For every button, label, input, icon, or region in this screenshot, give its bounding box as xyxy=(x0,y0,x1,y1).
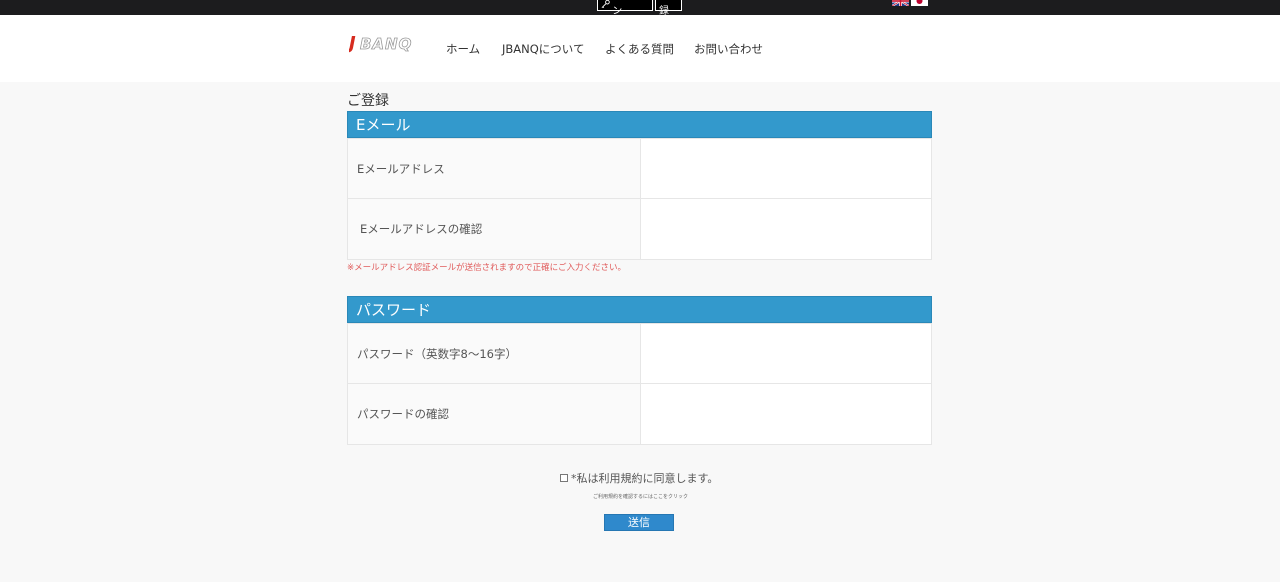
login-button[interactable]: ログイン xyxy=(597,0,653,17)
email-form-table: Eメールアドレス Eメールアドレスの確認 xyxy=(347,138,932,260)
nav-contact[interactable]: お問い合わせ xyxy=(694,41,763,57)
email-confirm-label: Eメールアドレスの確認 xyxy=(348,199,641,259)
svg-text:BANQ: BANQ xyxy=(360,35,412,53)
email-confirm-field-cell xyxy=(641,199,931,259)
language-switcher xyxy=(892,0,928,6)
email-field[interactable] xyxy=(641,139,931,198)
email-label: Eメールアドレス xyxy=(348,139,641,198)
register-button[interactable]: 登録 xyxy=(655,0,682,17)
password-label: パスワード（英数字8～16字） xyxy=(348,324,641,383)
email-confirm-field[interactable] xyxy=(641,199,931,259)
svg-text:J: J xyxy=(349,33,356,54)
nav-about[interactable]: JBANQについて xyxy=(502,41,584,57)
password-row: パスワード（英数字8～16字） xyxy=(348,324,931,384)
email-confirm-row: Eメールアドレスの確認 xyxy=(348,199,931,259)
email-field-cell xyxy=(641,139,931,198)
nav-faq[interactable]: よくある質問 xyxy=(605,41,674,57)
uk-flag-icon[interactable] xyxy=(892,0,909,6)
email-section-header: Eメール xyxy=(347,111,932,138)
nav-home[interactable]: ホーム xyxy=(446,41,480,57)
jbanq-logo[interactable]: J BANQ xyxy=(349,32,425,54)
terms-agreement: *私は利用規約に同意します。 xyxy=(560,470,718,486)
password-confirm-field[interactable] xyxy=(641,384,931,444)
password-field[interactable] xyxy=(641,324,931,383)
password-confirm-row: パスワードの確認 xyxy=(348,384,931,444)
password-form-table: パスワード（英数字8～16字） パスワードの確認 xyxy=(347,323,932,445)
password-section-header: パスワード xyxy=(347,296,932,323)
email-notice: ※メールアドレス認証メールが送信されますので正確にご入力ください。 xyxy=(347,263,626,273)
terms-checkbox[interactable] xyxy=(560,474,568,482)
top-utility-bar: ログイン 登録 xyxy=(0,0,1280,17)
password-field-cell xyxy=(641,324,931,383)
terms-agreement-label: *私は利用規約に同意します。 xyxy=(571,472,719,485)
page-title: ご登録 xyxy=(347,93,389,109)
terms-link[interactable]: ご利用規約を確認するにはここをクリック xyxy=(593,493,688,500)
email-row: Eメールアドレス xyxy=(348,139,931,199)
password-confirm-label: パスワードの確認 xyxy=(348,384,641,444)
site-header: J BANQ ホーム JBANQについて よくある質問 お問い合わせ xyxy=(0,15,1280,82)
submit-button[interactable]: 送信 xyxy=(604,514,674,531)
password-confirm-field-cell xyxy=(641,384,931,444)
japan-flag-icon[interactable] xyxy=(911,0,928,6)
key-icon xyxy=(601,0,610,8)
